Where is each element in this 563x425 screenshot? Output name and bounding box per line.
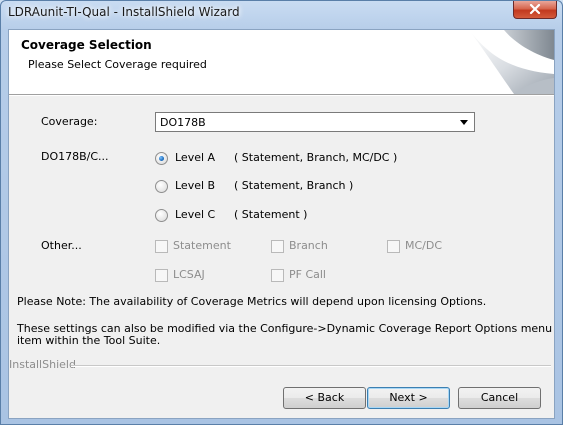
checkbox-pf-call[interactable]	[271, 269, 284, 282]
chevron-down-icon	[460, 120, 468, 125]
checkbox-mcdc[interactable]	[387, 240, 400, 253]
checkbox-pf-call-label[interactable]: PF Call	[289, 268, 326, 281]
installshield-brand: InstallShield	[9, 358, 76, 371]
header-divider	[9, 95, 554, 96]
checkbox-statement-label[interactable]: Statement	[173, 239, 231, 252]
coverage-select-value: DO178B	[160, 116, 206, 129]
window-title: LDRAunit-TI-Qual - InstallShield Wizard	[8, 5, 240, 19]
close-button[interactable]	[513, 1, 557, 19]
checkbox-statement[interactable]	[155, 240, 168, 253]
settings-note-line2: item within the Tool Suite.	[17, 334, 161, 347]
other-label: Other...	[41, 239, 82, 252]
title-bar[interactable]: LDRAunit-TI-Qual - InstallShield Wizard	[1, 1, 562, 25]
checkbox-branch-label[interactable]: Branch	[289, 239, 328, 252]
next-button[interactable]: Next >	[367, 387, 450, 409]
coverage-select[interactable]: DO178B	[155, 112, 475, 132]
radio-level-a-desc: ( Statement, Branch, MC/DC )	[234, 151, 398, 164]
header-banner-graphic	[469, 30, 554, 94]
page-subtitle: Please Select Coverage required	[28, 58, 207, 71]
wizard-content: Coverage Selection Please Select Coverag…	[8, 29, 555, 419]
radio-level-c-desc: ( Statement )	[234, 208, 308, 221]
level-label: DO178B/C...	[41, 150, 109, 163]
page-title: Coverage Selection	[21, 38, 152, 52]
cancel-button[interactable]: Cancel	[458, 387, 541, 409]
close-icon	[529, 4, 541, 15]
radio-level-c[interactable]	[155, 209, 168, 222]
radio-level-a[interactable]	[155, 152, 168, 165]
licensing-note: Please Note: The availability of Coverag…	[17, 295, 487, 308]
checkbox-lcsaj[interactable]	[155, 269, 168, 282]
back-button[interactable]: < Back	[283, 387, 366, 409]
coverage-label: Coverage:	[41, 115, 98, 128]
checkbox-branch[interactable]	[271, 240, 284, 253]
checkbox-lcsaj-label[interactable]: LCSAJ	[173, 268, 205, 281]
radio-level-b[interactable]	[155, 180, 168, 193]
checkbox-mcdc-label[interactable]: MC/DC	[405, 239, 442, 252]
footer-divider	[71, 365, 551, 367]
radio-level-a-label[interactable]: Level A	[175, 151, 215, 164]
radio-level-b-desc: ( Statement, Branch )	[234, 179, 354, 192]
radio-level-c-label[interactable]: Level C	[175, 208, 215, 221]
wizard-header: Coverage Selection Please Select Coverag…	[9, 30, 554, 95]
radio-level-b-label[interactable]: Level B	[175, 179, 215, 192]
wizard-window: LDRAunit-TI-Qual - InstallShield Wizard …	[0, 0, 563, 425]
